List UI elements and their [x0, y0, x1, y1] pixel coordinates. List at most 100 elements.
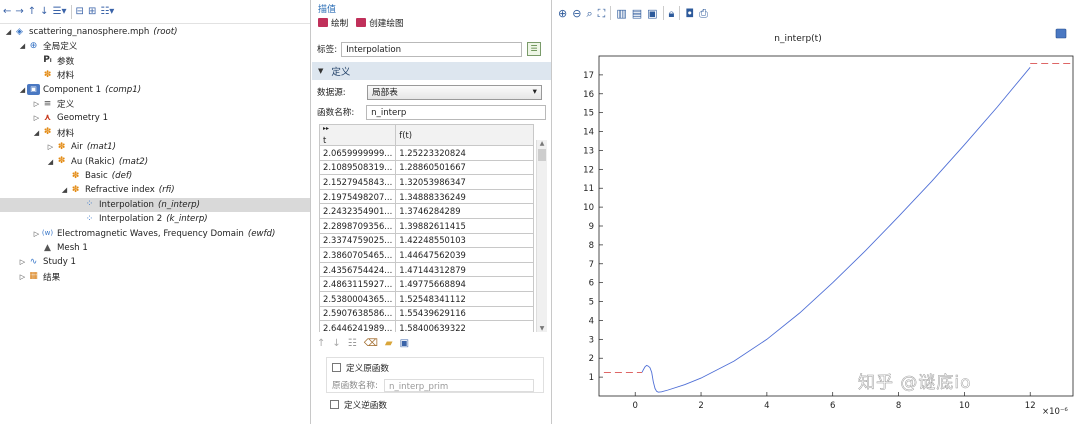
- table-row[interactable]: 2.4863115927... 1.49775668894: [319, 276, 534, 292]
- tree-node[interactable]: ◢ ◈ scattering_nanosphere.mph (root): [0, 25, 310, 39]
- tree-options-icon[interactable]: ☷▾: [100, 6, 114, 17]
- expand-toggle-icon[interactable]: ▷: [32, 114, 41, 122]
- label-field[interactable]: Interpolation: [341, 41, 523, 57]
- data-source-select[interactable]: 局部表 ▾: [367, 84, 542, 100]
- tree-node[interactable]: ◢ ✽ 材料: [0, 126, 310, 140]
- tree-node[interactable]: ◢ ✽ Au (Rakic) (mat2): [0, 155, 310, 169]
- clear-table-icon[interactable]: ⌫: [364, 338, 378, 349]
- cell-ft[interactable]: 1.42248550103: [395, 232, 534, 249]
- primitive-name-field[interactable]: n_interp_prim: [384, 378, 534, 392]
- tree-node[interactable]: ✽ Basic (def): [0, 169, 310, 183]
- cell-t[interactable]: 2.2898709356...: [319, 217, 397, 234]
- show-more-icon[interactable]: ☰▾: [53, 6, 67, 17]
- move-row-up-icon[interactable]: ↑: [317, 338, 325, 349]
- print-icon[interactable]: ⎙: [699, 8, 708, 19]
- scroll-down-icon[interactable]: ▼: [537, 325, 547, 332]
- scrollbar-thumb[interactable]: [538, 149, 546, 161]
- move-row-down-icon[interactable]: ↓: [332, 338, 340, 349]
- table-row[interactable]: 2.1089508319... 1.28860501667: [319, 159, 534, 176]
- definition-section-header[interactable]: ▼ 定义: [312, 62, 551, 80]
- table-scrollbar[interactable]: ▲ ▼: [536, 140, 547, 332]
- settings-title-link[interactable]: 描值: [318, 2, 545, 16]
- expand-toggle-icon[interactable]: ▷: [18, 273, 27, 281]
- cell-ft[interactable]: 1.28860501667: [395, 159, 534, 176]
- back-arrow-icon[interactable]: ←: [3, 6, 11, 17]
- tree-node[interactable]: ▲ Mesh 1: [0, 241, 310, 255]
- column-header-t[interactable]: ▸▸ t: [319, 124, 397, 146]
- collapse-toggle-icon[interactable]: ◢: [18, 86, 27, 94]
- create-plot-button[interactable]: 创建绘图: [356, 17, 404, 29]
- table-row[interactable]: 2.4356754424... 1.47144312879: [319, 261, 534, 278]
- expand-toggle-icon[interactable]: ▷: [18, 258, 27, 266]
- table-row[interactable]: 2.5380004365... 1.52548341112: [319, 290, 534, 307]
- cell-t[interactable]: 2.3860705465...: [319, 247, 397, 263]
- tree-node[interactable]: ⁘ Interpolation 2 (k_interp): [0, 212, 310, 226]
- collapse-toggle-icon[interactable]: ◢: [32, 129, 41, 137]
- cell-t[interactable]: 2.4863115927...: [319, 276, 397, 292]
- table-row[interactable]: 2.0659999999... 1.25223320824: [319, 145, 534, 161]
- collapse-toggle-icon[interactable]: ◢: [4, 28, 13, 36]
- table-row[interactable]: 2.2432354901... 1.3746284289: [319, 203, 534, 219]
- show-table-icon[interactable]: ▤: [632, 8, 642, 19]
- scroll-up-icon[interactable]: ▲: [537, 140, 547, 147]
- tree-node[interactable]: ▷ ▦ 结果: [0, 270, 310, 284]
- collapse-toggle-icon[interactable]: ◢: [18, 42, 27, 50]
- cell-t[interactable]: 2.5380004365...: [319, 290, 397, 307]
- cell-t[interactable]: 2.3374759025...: [319, 232, 397, 249]
- expand-toggle-icon[interactable]: ▷: [32, 100, 41, 108]
- show-grid-icon[interactable]: ▥: [616, 8, 626, 19]
- cell-ft[interactable]: 1.55439629116: [395, 305, 534, 322]
- tree-node[interactable]: ◢ ⊕ 全局定义: [0, 39, 310, 53]
- tree-node[interactable]: ▷ ⋏ Geometry 1: [0, 111, 310, 125]
- export-image-icon[interactable]: [1055, 28, 1067, 39]
- zoom-in-icon[interactable]: ⊕: [558, 8, 567, 19]
- cell-ft[interactable]: 1.25223320824: [395, 145, 534, 161]
- table-row[interactable]: 2.6446241989... 1.58400639322: [319, 320, 534, 332]
- expand-all-icon[interactable]: ⊞: [88, 6, 96, 17]
- zoom-out-icon[interactable]: ⊖: [572, 8, 581, 19]
- cell-t[interactable]: 2.2432354901...: [319, 203, 397, 219]
- collapse-toggle-icon[interactable]: ◢: [60, 186, 69, 194]
- expand-toggle-icon[interactable]: ▷: [32, 230, 41, 238]
- cell-t[interactable]: 2.5907638586...: [319, 305, 397, 322]
- cell-ft[interactable]: 1.47144312879: [395, 261, 534, 278]
- table-row[interactable]: 2.3860705465... 1.44647562039: [319, 247, 534, 263]
- cell-ft[interactable]: 1.3746284289: [395, 203, 534, 219]
- cell-t[interactable]: 2.0659999999...: [319, 145, 397, 161]
- move-up-icon[interactable]: ↑: [28, 6, 36, 17]
- cell-ft[interactable]: 1.52548341112: [395, 290, 534, 307]
- tree-node[interactable]: ▷ ≡ 定义: [0, 97, 310, 111]
- tree-node[interactable]: ▷ (w) Electromagnetic Waves, Frequency Dom…: [0, 227, 310, 241]
- tree-node[interactable]: Pᵢ 参数: [0, 54, 310, 68]
- define-primitive-checkbox[interactable]: [332, 363, 341, 372]
- cell-t[interactable]: 2.1975498207...: [319, 188, 397, 205]
- cell-t[interactable]: 2.1089508319...: [319, 159, 397, 176]
- table-row[interactable]: 2.1527945843... 1.32053986347: [319, 174, 534, 190]
- forward-arrow-icon[interactable]: →: [15, 6, 23, 17]
- table-row[interactable]: 2.3374759025... 1.42248550103: [319, 232, 534, 249]
- lock-icon[interactable]: 🔒︎: [669, 8, 675, 19]
- cell-t[interactable]: 2.4356754424...: [319, 261, 397, 278]
- plot-button[interactable]: 绘制: [318, 17, 348, 29]
- load-file-icon[interactable]: ▰: [385, 338, 393, 349]
- table-row[interactable]: 2.2898709356... 1.39882611415: [319, 217, 534, 234]
- cell-ft[interactable]: 1.39882611415: [395, 217, 534, 234]
- cell-ft[interactable]: 1.34888336249: [395, 188, 534, 205]
- table-row[interactable]: 2.5907638586... 1.55439629116: [319, 305, 534, 322]
- tree-node[interactable]: ⁘ Interpolation (n_interp): [0, 197, 310, 212]
- move-down-icon[interactable]: ↓: [40, 6, 48, 17]
- cell-ft[interactable]: 1.58400639322: [395, 320, 534, 332]
- collapse-all-icon[interactable]: ⊟: [76, 6, 84, 17]
- tree-node[interactable]: ◢ ▣ Component 1 (comp1): [0, 83, 310, 97]
- zoom-extents-icon[interactable]: ⛶: [598, 8, 606, 19]
- delete-row-icon[interactable]: ☷: [348, 338, 357, 349]
- tree-node[interactable]: ▷ ∿ Study 1: [0, 255, 310, 269]
- column-header-ft[interactable]: f(t): [395, 124, 534, 146]
- label-options-icon[interactable]: ☰: [527, 42, 542, 56]
- table-row[interactable]: 2.1975498207... 1.34888336249: [319, 188, 534, 205]
- collapse-toggle-icon[interactable]: ◢: [46, 158, 55, 166]
- zoom-box-icon[interactable]: ⌕: [586, 8, 592, 19]
- cell-ft[interactable]: 1.49775668894: [395, 276, 534, 292]
- camera-icon[interactable]: ◘: [685, 8, 694, 19]
- cell-t[interactable]: 2.6446241989...: [319, 320, 397, 332]
